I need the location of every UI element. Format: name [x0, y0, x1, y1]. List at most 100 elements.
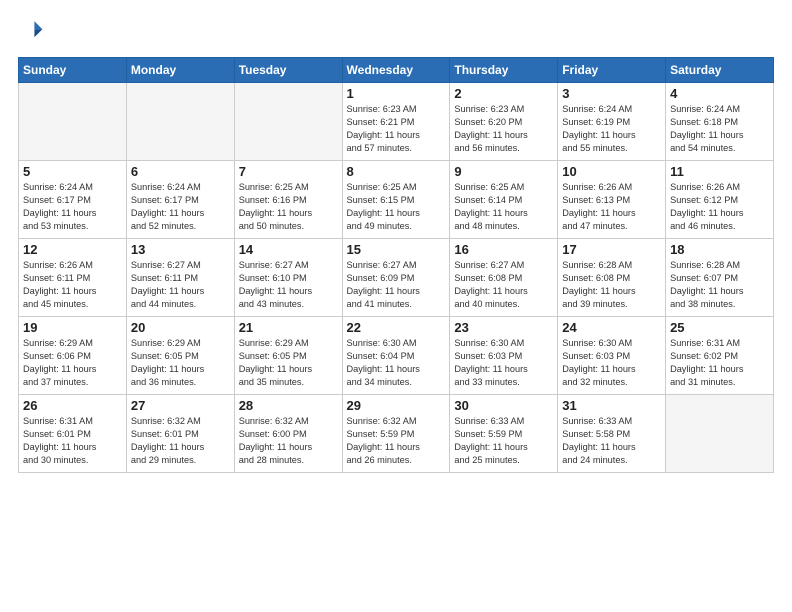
day-info: Sunrise: 6:28 AM Sunset: 6:08 PM Dayligh… — [562, 259, 661, 311]
table-row: 20Sunrise: 6:29 AM Sunset: 6:05 PM Dayli… — [126, 317, 234, 395]
day-number: 28 — [239, 398, 338, 413]
table-row: 21Sunrise: 6:29 AM Sunset: 6:05 PM Dayli… — [234, 317, 342, 395]
calendar-table: Sunday Monday Tuesday Wednesday Thursday… — [18, 57, 774, 473]
table-row — [666, 395, 774, 473]
day-info: Sunrise: 6:32 AM Sunset: 6:01 PM Dayligh… — [131, 415, 230, 467]
day-number: 22 — [347, 320, 446, 335]
header-thursday: Thursday — [450, 58, 558, 83]
table-row: 27 Sunrise: 6:32 AM Sunset: 6:01 PM Dayli… — [126, 395, 234, 473]
day-number: 25 — [670, 320, 769, 335]
page: Sunday Monday Tuesday Wednesday Thursday… — [0, 0, 792, 612]
table-row: 5Sunrise: 6:24 AM Sunset: 6:17 PM Daylig… — [19, 161, 127, 239]
table-row: 16 Sunrise: 6:27 AM Sunset: 6:08 PM Dayli… — [450, 239, 558, 317]
day-number: 3 — [562, 86, 661, 101]
header — [18, 18, 774, 47]
day-info: Sunrise: 6:26 AM Sunset: 6:11 PM Dayligh… — [23, 259, 122, 311]
day-number: 10 — [562, 164, 661, 179]
calendar-week-row: 26 Sunrise: 6:31 AM Sunset: 6:01 PM Dayli… — [19, 395, 774, 473]
header-friday: Friday — [558, 58, 666, 83]
day-info: Sunrise: 6:30 AM Sunset: 6:04 PM Dayligh… — [347, 337, 446, 389]
table-row: 4 Sunrise: 6:24 AM Sunset: 6:18 PM Daylig… — [666, 83, 774, 161]
table-row: 17 Sunrise: 6:28 AM Sunset: 6:08 PM Dayli… — [558, 239, 666, 317]
day-number: 4 — [670, 86, 769, 101]
day-info: Sunrise: 6:30 AM Sunset: 6:03 PM Dayligh… — [562, 337, 661, 389]
header-tuesday: Tuesday — [234, 58, 342, 83]
day-info: Sunrise: 6:27 AM Sunset: 6:10 PM Dayligh… — [239, 259, 338, 311]
day-info: Sunrise: 6:27 AM Sunset: 6:08 PM Dayligh… — [454, 259, 553, 311]
day-number: 8 — [347, 164, 446, 179]
day-number: 27 — [131, 398, 230, 413]
table-row: 14 Sunrise: 6:27 AM Sunset: 6:10 PM Dayli… — [234, 239, 342, 317]
table-row — [234, 83, 342, 161]
table-row: 18 Sunrise: 6:28 AM Sunset: 6:07 PM Dayli… — [666, 239, 774, 317]
day-info: Sunrise: 6:32 AM Sunset: 5:59 PM Dayligh… — [347, 415, 446, 467]
day-number: 9 — [454, 164, 553, 179]
calendar-header-row: Sunday Monday Tuesday Wednesday Thursday… — [19, 58, 774, 83]
day-number: 19 — [23, 320, 122, 335]
header-saturday: Saturday — [666, 58, 774, 83]
day-number: 26 — [23, 398, 122, 413]
day-number: 6 — [131, 164, 230, 179]
table-row: 3 Sunrise: 6:24 AM Sunset: 6:19 PM Daylig… — [558, 83, 666, 161]
table-row: 29 Sunrise: 6:32 AM Sunset: 5:59 PM Dayli… — [342, 395, 450, 473]
day-number: 24 — [562, 320, 661, 335]
calendar-week-row: 1Sunrise: 6:23 AM Sunset: 6:21 PM Daylig… — [19, 83, 774, 161]
day-info: Sunrise: 6:31 AM Sunset: 6:02 PM Dayligh… — [670, 337, 769, 389]
day-info: Sunrise: 6:27 AM Sunset: 6:09 PM Dayligh… — [347, 259, 446, 311]
day-info: Sunrise: 6:33 AM Sunset: 5:59 PM Dayligh… — [454, 415, 553, 467]
calendar-week-row: 12 Sunrise: 6:26 AM Sunset: 6:11 PM Dayli… — [19, 239, 774, 317]
day-number: 31 — [562, 398, 661, 413]
day-info: Sunrise: 6:25 AM Sunset: 6:14 PM Dayligh… — [454, 181, 553, 233]
day-number: 29 — [347, 398, 446, 413]
day-info: Sunrise: 6:29 AM Sunset: 6:06 PM Dayligh… — [23, 337, 122, 389]
day-info: Sunrise: 6:23 AM Sunset: 6:20 PM Dayligh… — [454, 103, 553, 155]
table-row: 26 Sunrise: 6:31 AM Sunset: 6:01 PM Dayli… — [19, 395, 127, 473]
day-number: 16 — [454, 242, 553, 257]
day-info: Sunrise: 6:25 AM Sunset: 6:16 PM Dayligh… — [239, 181, 338, 233]
day-info: Sunrise: 6:26 AM Sunset: 6:12 PM Dayligh… — [670, 181, 769, 233]
day-info: Sunrise: 6:26 AM Sunset: 6:13 PM Dayligh… — [562, 181, 661, 233]
header-monday: Monday — [126, 58, 234, 83]
day-number: 30 — [454, 398, 553, 413]
table-row: 10 Sunrise: 6:26 AM Sunset: 6:13 PM Dayli… — [558, 161, 666, 239]
table-row: 2 Sunrise: 6:23 AM Sunset: 6:20 PM Daylig… — [450, 83, 558, 161]
day-info: Sunrise: 6:25 AM Sunset: 6:15 PM Dayligh… — [347, 181, 446, 233]
day-info: Sunrise: 6:29 AM Sunset: 6:05 PM Dayligh… — [131, 337, 230, 389]
day-info: Sunrise: 6:32 AM Sunset: 6:00 PM Dayligh… — [239, 415, 338, 467]
day-info: Sunrise: 6:33 AM Sunset: 5:58 PM Dayligh… — [562, 415, 661, 467]
table-row: 1Sunrise: 6:23 AM Sunset: 6:21 PM Daylig… — [342, 83, 450, 161]
day-info: Sunrise: 6:28 AM Sunset: 6:07 PM Dayligh… — [670, 259, 769, 311]
header-sunday: Sunday — [19, 58, 127, 83]
table-row: 25 Sunrise: 6:31 AM Sunset: 6:02 PM Dayli… — [666, 317, 774, 395]
table-row: 6Sunrise: 6:24 AM Sunset: 6:17 PM Daylig… — [126, 161, 234, 239]
table-row: 12 Sunrise: 6:26 AM Sunset: 6:11 PM Dayli… — [19, 239, 127, 317]
table-row — [126, 83, 234, 161]
day-number: 17 — [562, 242, 661, 257]
table-row: 11 Sunrise: 6:26 AM Sunset: 6:12 PM Dayli… — [666, 161, 774, 239]
table-row: 9 Sunrise: 6:25 AM Sunset: 6:14 PM Daylig… — [450, 161, 558, 239]
day-number: 14 — [239, 242, 338, 257]
day-info: Sunrise: 6:31 AM Sunset: 6:01 PM Dayligh… — [23, 415, 122, 467]
table-row: 19 Sunrise: 6:29 AM Sunset: 6:06 PM Dayli… — [19, 317, 127, 395]
calendar-week-row: 19 Sunrise: 6:29 AM Sunset: 6:06 PM Dayli… — [19, 317, 774, 395]
day-number: 11 — [670, 164, 769, 179]
table-row: 8 Sunrise: 6:25 AM Sunset: 6:15 PM Daylig… — [342, 161, 450, 239]
table-row: 28 Sunrise: 6:32 AM Sunset: 6:00 PM Dayli… — [234, 395, 342, 473]
logo — [18, 18, 44, 47]
header-wednesday: Wednesday — [342, 58, 450, 83]
day-number: 21 — [239, 320, 338, 335]
day-number: 12 — [23, 242, 122, 257]
table-row: 15Sunrise: 6:27 AM Sunset: 6:09 PM Dayli… — [342, 239, 450, 317]
day-number: 7 — [239, 164, 338, 179]
calendar-week-row: 5Sunrise: 6:24 AM Sunset: 6:17 PM Daylig… — [19, 161, 774, 239]
day-number: 5 — [23, 164, 122, 179]
day-info: Sunrise: 6:30 AM Sunset: 6:03 PM Dayligh… — [454, 337, 553, 389]
table-row: 22 Sunrise: 6:30 AM Sunset: 6:04 PM Dayli… — [342, 317, 450, 395]
day-info: Sunrise: 6:24 AM Sunset: 6:19 PM Dayligh… — [562, 103, 661, 155]
day-info: Sunrise: 6:24 AM Sunset: 6:18 PM Dayligh… — [670, 103, 769, 155]
table-row: 7 Sunrise: 6:25 AM Sunset: 6:16 PM Daylig… — [234, 161, 342, 239]
day-number: 2 — [454, 86, 553, 101]
logo-icon — [20, 18, 44, 42]
day-number: 18 — [670, 242, 769, 257]
table-row — [19, 83, 127, 161]
